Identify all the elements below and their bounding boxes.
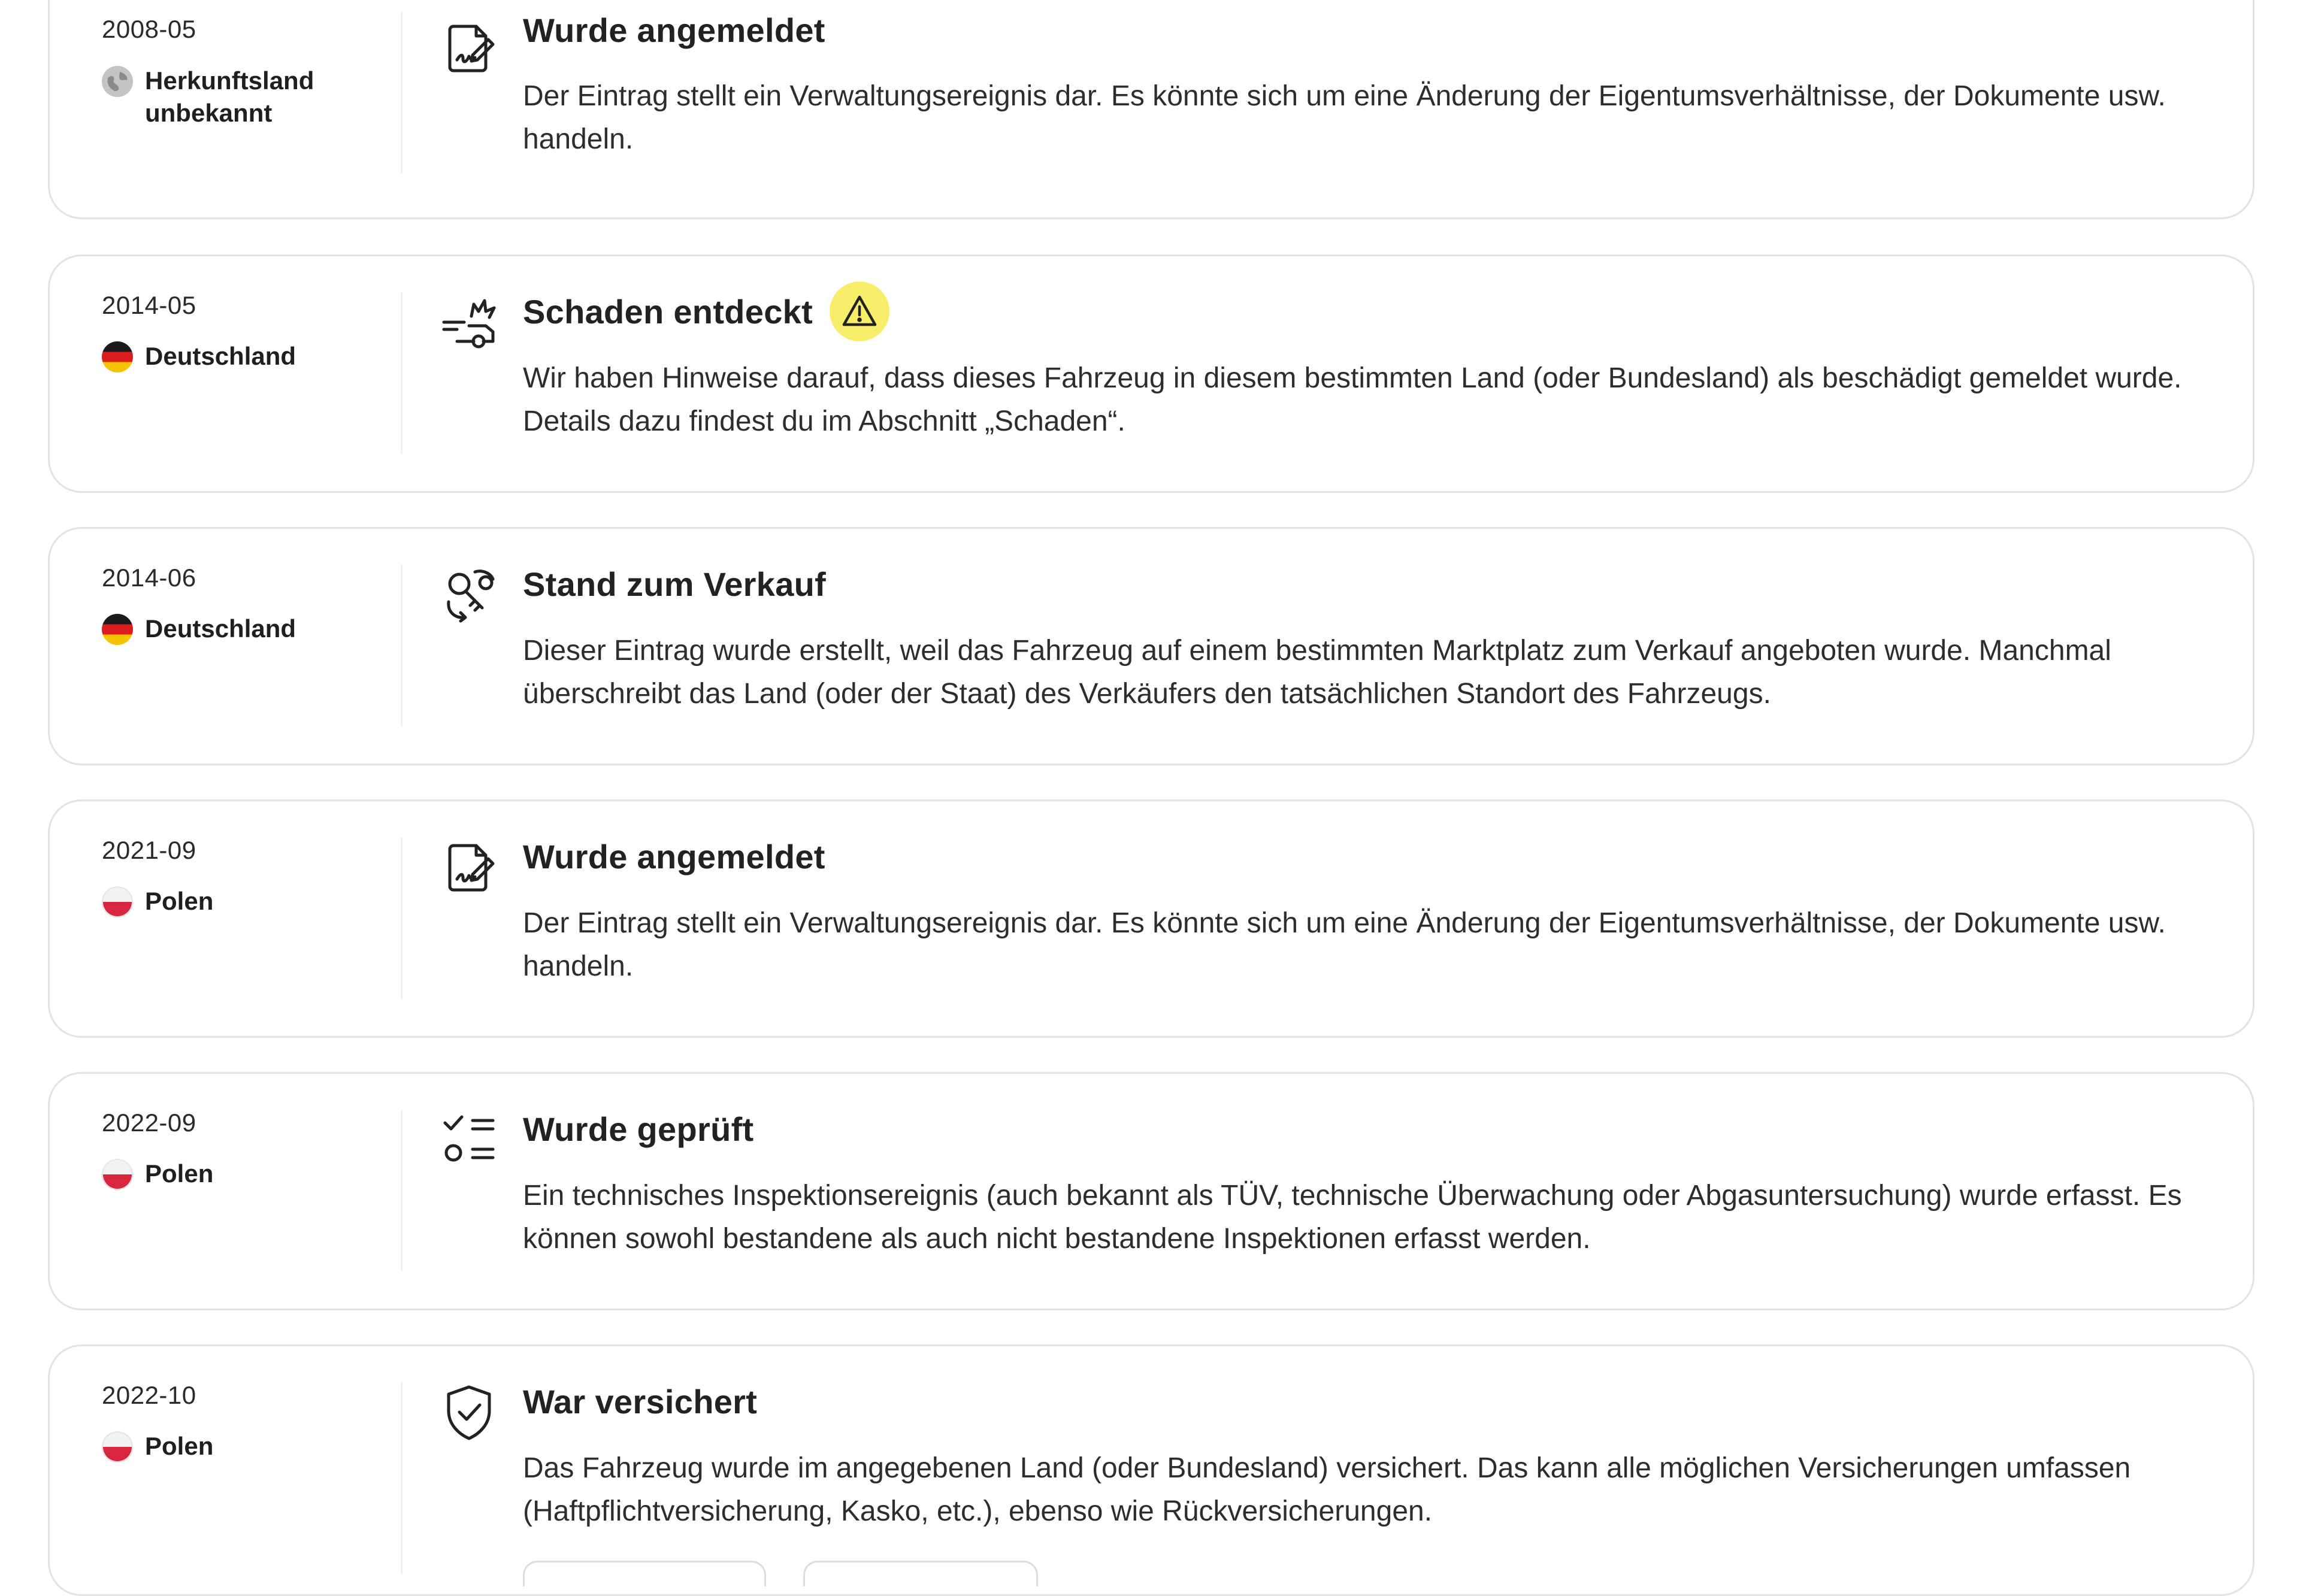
germany-flag-icon (102, 341, 133, 372)
divider (401, 292, 402, 454)
event-date: 2021-09 (102, 836, 196, 864)
poland-flag-icon (102, 1159, 133, 1190)
event-country: Deutschland (102, 613, 296, 645)
event-country: Deutschland (102, 340, 296, 372)
event-date: 2022-10 (102, 1381, 196, 1409)
event-title: Wurde angemeldet (523, 11, 825, 49)
event-country: Polen (102, 1158, 213, 1190)
divider (401, 1382, 402, 1574)
country-name: Polen (145, 1159, 214, 1188)
event-date: 2014-05 (102, 291, 196, 319)
germany-flag-icon (102, 614, 133, 645)
divider (401, 12, 402, 174)
document-signature-icon (439, 18, 499, 78)
warning-triangle-icon (830, 281, 890, 341)
event-title: War versichert (523, 1382, 758, 1421)
country-name: Polen (145, 887, 214, 915)
car-crash-icon (439, 292, 499, 352)
poland-flag-icon (102, 886, 133, 917)
event-description: Der Eintrag stellt ein Verwaltungsereign… (523, 907, 2166, 982)
globe-icon (102, 66, 133, 97)
country-name: Polen (145, 1432, 214, 1460)
event-card: 2022-09 Polen Wurde geprüft Ein technisc… (48, 1072, 2254, 1310)
event-card: 2008-05 Herkunftsland unbekannt Wurde an… (48, 0, 2254, 219)
divider (401, 1110, 402, 1271)
tag-chip[interactable] (523, 1561, 766, 1586)
key-exchange-icon (439, 565, 499, 625)
event-card: 2014-05 Deutschland Schaden entdeckt Wir… (48, 255, 2254, 493)
country-name: Herkunftsland (145, 66, 314, 95)
event-description: Ein technisches Inspektionsereignis (auc… (523, 1180, 2182, 1255)
divider (401, 837, 402, 999)
event-title: Wurde angemeldet (523, 837, 825, 876)
event-country: Herkunftsland unbekannt (102, 65, 314, 129)
event-title: Schaden entdeckt (523, 292, 813, 331)
event-description: Der Eintrag stellt ein Verwaltungsereign… (523, 80, 2166, 155)
event-description: Das Fahrzeug wurde im angegebenen Land (… (523, 1452, 2131, 1527)
country-name-line2: unbekannt (145, 99, 273, 127)
document-signature-icon (439, 837, 499, 897)
event-title: Wurde geprüft (523, 1110, 754, 1148)
tag-chip[interactable] (803, 1561, 1038, 1586)
country-name: Deutschland (145, 342, 296, 370)
checklist-icon (439, 1110, 499, 1170)
event-description: Wir haben Hinweise darauf, dass dieses F… (523, 362, 2182, 437)
poland-flag-icon (102, 1431, 133, 1462)
shield-check-icon (439, 1382, 499, 1442)
event-title: Stand zum Verkauf (523, 565, 827, 603)
event-description: Dieser Eintrag wurde erstellt, weil das … (523, 635, 2111, 710)
divider (401, 565, 402, 726)
event-card: 2022-10 Polen War versichert Das Fahrzeu… (48, 1344, 2254, 1596)
event-card: 2021-09 Polen Wurde angemeldet Der Eintr… (48, 799, 2254, 1038)
event-date: 2008-05 (102, 15, 196, 43)
event-country: Polen (102, 885, 213, 917)
event-country: Polen (102, 1430, 213, 1462)
event-card: 2014-06 Deutschland Stand zum Verkauf Di… (48, 527, 2254, 765)
event-date: 2014-06 (102, 564, 196, 592)
country-name: Deutschland (145, 614, 296, 643)
event-date: 2022-09 (102, 1109, 196, 1137)
